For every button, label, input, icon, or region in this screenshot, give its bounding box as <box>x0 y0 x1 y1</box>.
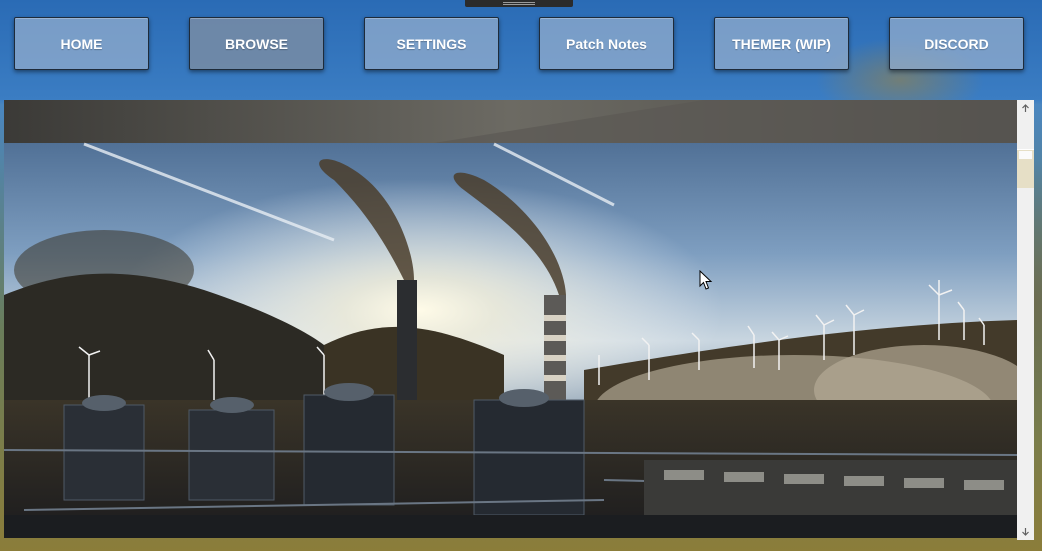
grip-line <box>503 4 535 5</box>
arrow-up-icon[interactable] <box>1017 100 1034 117</box>
screenshot-image <box>4 100 1017 538</box>
scrollbar-thumb-highlight <box>1019 151 1032 159</box>
mouse-pointer-icon <box>699 269 713 291</box>
vertical-scrollbar[interactable] <box>1017 100 1034 540</box>
scrollbar-thumb[interactable] <box>1017 149 1034 188</box>
nav-button-browse[interactable]: BROWSE <box>189 17 324 70</box>
browse-content-panel[interactable] <box>4 100 1017 538</box>
nav-button-label: SETTINGS <box>396 35 467 52</box>
nav-button-label: HOME <box>60 35 103 52</box>
window-drag-handle[interactable] <box>465 0 573 7</box>
nav-button-themer[interactable]: THEMER (WIP) <box>714 17 849 70</box>
nav-button-label: THEMER (WIP) <box>732 35 831 52</box>
nav-button-discord[interactable]: DISCORD <box>889 17 1024 70</box>
nav-button-label: BROWSE <box>225 35 288 52</box>
arrow-down-icon[interactable] <box>1017 523 1034 540</box>
nav-button-home[interactable]: HOME <box>14 17 149 70</box>
nav-button-label: Patch Notes <box>566 35 647 52</box>
nav-button-label: DISCORD <box>924 35 989 52</box>
nav-button-settings[interactable]: SETTINGS <box>364 17 499 70</box>
nav-button-patch-notes[interactable]: Patch Notes <box>539 17 674 70</box>
grip-line <box>503 2 535 3</box>
